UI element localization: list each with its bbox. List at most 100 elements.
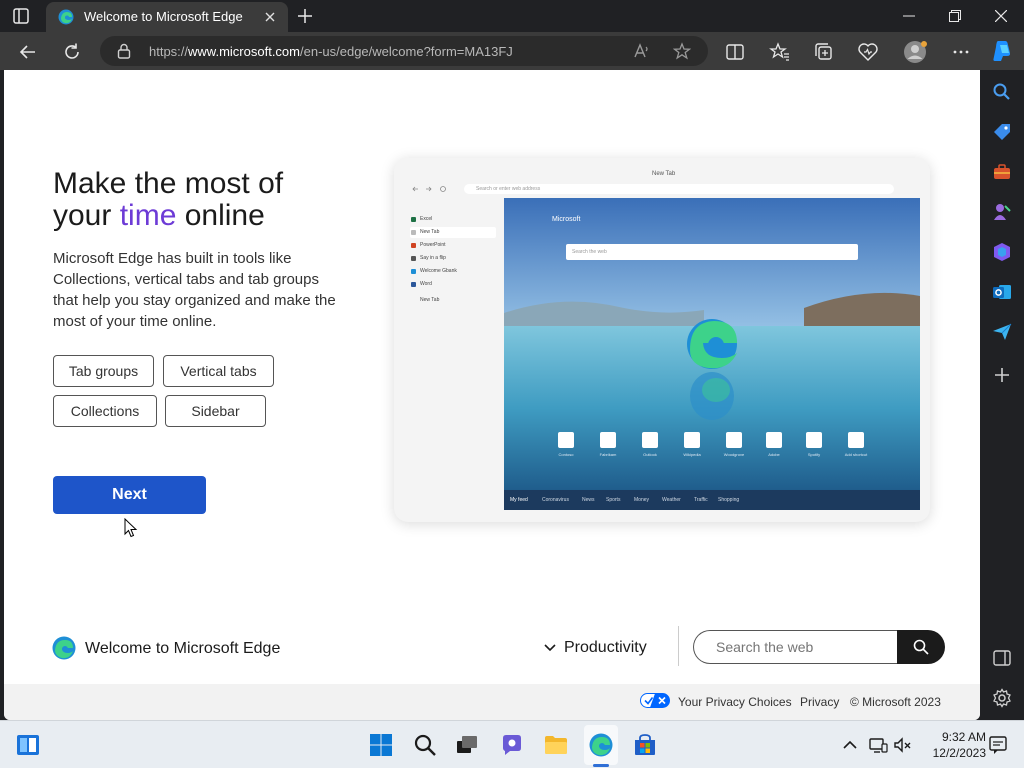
preview-feed-item: Traffic — [694, 497, 708, 503]
preview-tile-label: Wikipedia — [683, 452, 701, 457]
profile-avatar[interactable] — [903, 39, 929, 65]
preview-new-tab-page: Microsoft Search the web Contoso Fabrika… — [504, 198, 920, 510]
next-button[interactable]: Next — [53, 476, 206, 514]
close-window-button[interactable] — [978, 0, 1024, 32]
preview-tile-label: Outlook — [643, 452, 657, 457]
preview-vtab: New Tab — [410, 227, 496, 238]
dropdown-label: Productivity — [564, 639, 647, 656]
preview-address-bar: Search or enter web address — [464, 184, 894, 194]
file-explorer-icon[interactable] — [544, 733, 568, 757]
address-bar[interactable]: https://www.microsoft.com/en-us/edge/wel… — [100, 36, 708, 66]
preview-vertical-tabs: Excel New Tab PowerPoint Say in a flip W… — [404, 200, 504, 512]
chevron-up-icon[interactable] — [840, 735, 860, 755]
chip-collections[interactable]: Collections — [53, 395, 157, 427]
preview-tile — [684, 432, 700, 448]
network-icon[interactable] — [868, 735, 888, 755]
widgets-icon[interactable] — [16, 733, 40, 757]
chip-vertical-tabs[interactable]: Vertical tabs — [163, 355, 274, 387]
back-arrow-icon[interactable] — [17, 41, 39, 63]
preview-feed-item: Money — [634, 497, 650, 503]
read-aloud-icon[interactable] — [633, 42, 651, 60]
preview-tile — [848, 432, 864, 448]
preview-tile-label: Adobe — [768, 452, 780, 457]
lock-icon[interactable] — [117, 43, 131, 64]
browser-toolbar: https://www.microsoft.com/en-us/edge/wel… — [0, 32, 1024, 70]
preview-feed-item: Sports — [606, 497, 621, 503]
footer-search-input[interactable] — [693, 630, 897, 664]
preview-tile — [726, 432, 742, 448]
add-sidebar-app-icon[interactable] — [992, 365, 1012, 385]
preview-nav-icons — [412, 186, 446, 192]
task-view-icon[interactable] — [455, 733, 479, 757]
footer-title: Welcome to Microsoft Edge — [85, 640, 281, 657]
tab-actions-icon[interactable] — [10, 6, 32, 26]
preview-vtab: Say in a flip — [410, 253, 496, 264]
volume-muted-icon[interactable] — [893, 735, 913, 755]
tools-briefcase-icon[interactable] — [992, 162, 1012, 182]
games-icon[interactable] — [992, 202, 1012, 222]
more-options-icon[interactable] — [950, 41, 972, 63]
preview-tile-label: Woodgrove — [723, 452, 745, 457]
productivity-dropdown[interactable]: Productivity — [544, 638, 647, 658]
preview-tile — [806, 432, 822, 448]
minimize-button[interactable] — [886, 0, 932, 32]
edge-logo-icon — [52, 636, 76, 660]
preview-tile — [766, 432, 782, 448]
collections-icon[interactable] — [813, 41, 835, 63]
browser-preview-image: New Tab Search or enter web address Exce… — [394, 158, 930, 522]
privacy-link[interactable]: Privacy — [800, 695, 839, 709]
chip-sidebar[interactable]: Sidebar — [165, 395, 266, 427]
preview-tile-label: Contoso — [558, 452, 574, 457]
preview-titlebar: New Tab Search or enter web address — [394, 158, 930, 198]
drop-send-icon[interactable] — [992, 322, 1012, 342]
footer-search-button[interactable] — [897, 630, 945, 664]
footer-divider — [678, 626, 679, 666]
shopping-tag-icon[interactable] — [992, 122, 1012, 142]
close-tab-icon[interactable] — [262, 9, 278, 25]
chevron-down-icon — [544, 644, 556, 652]
preview-brand: Microsoft — [552, 216, 581, 223]
edge-sidebar — [980, 70, 1024, 720]
headline-accent: time — [119, 199, 177, 232]
privacy-choices-icon[interactable] — [640, 693, 670, 708]
preview-tab-title: New Tab — [652, 171, 676, 177]
windows-start-icon[interactable] — [369, 733, 393, 757]
privacy-choices-link[interactable]: Your Privacy Choices — [678, 695, 792, 709]
taskbar-search-icon[interactable] — [413, 733, 437, 757]
preview-feed-item: Weather — [662, 497, 681, 503]
system-clock[interactable]: 9:32 AM 12/2/2023 — [916, 729, 986, 761]
notifications-icon[interactable] — [988, 735, 1008, 755]
microsoft-store-icon[interactable] — [633, 733, 657, 757]
refresh-icon[interactable] — [61, 41, 83, 63]
preview-feed-bar: My feed Coronavirus News Sports Money We… — [504, 490, 920, 510]
browser-essentials-icon[interactable] — [857, 41, 879, 63]
chip-tab-groups[interactable]: Tab groups — [53, 355, 154, 387]
hide-sidebar-icon[interactable] — [992, 648, 1012, 668]
page-headline: Make the most of your time online — [53, 167, 284, 232]
search-icon[interactable] — [992, 82, 1012, 102]
favorite-star-icon[interactable] — [672, 42, 692, 60]
preview-tile — [600, 432, 616, 448]
customize-gear-icon[interactable] — [992, 688, 1012, 708]
page-description: Microsoft Edge has built in tools like C… — [53, 250, 336, 330]
restore-button[interactable] — [932, 0, 978, 32]
legal-bar: Your Privacy Choices Privacy © Microsoft… — [4, 684, 980, 720]
edge-taskbar-icon[interactable] — [589, 733, 613, 757]
preview-tile — [642, 432, 658, 448]
copilot-icon[interactable] — [990, 39, 1014, 63]
outlook-icon[interactable] — [992, 282, 1012, 302]
mouse-cursor-icon — [124, 517, 138, 543]
url-text[interactable]: https://www.microsoft.com/en-us/edge/wel… — [149, 44, 513, 59]
preview-tile-label: Add shortcut — [844, 452, 868, 457]
microsoft-365-icon[interactable] — [992, 242, 1012, 262]
split-screen-icon[interactable] — [724, 41, 746, 63]
favorites-icon[interactable] — [769, 41, 791, 63]
tab-strip: Welcome to Microsoft Edge — [0, 0, 1024, 32]
preview-search-box: Search the web — [566, 244, 858, 260]
preview-tile-label: Spotify — [807, 452, 821, 457]
new-tab-icon[interactable] — [296, 7, 314, 25]
windows-taskbar: 9:32 AM 12/2/2023 — [0, 720, 1024, 768]
teams-chat-icon[interactable] — [500, 733, 524, 757]
tab-welcome[interactable]: Welcome to Microsoft Edge — [46, 2, 288, 32]
clock-date: 12/2/2023 — [932, 746, 986, 760]
